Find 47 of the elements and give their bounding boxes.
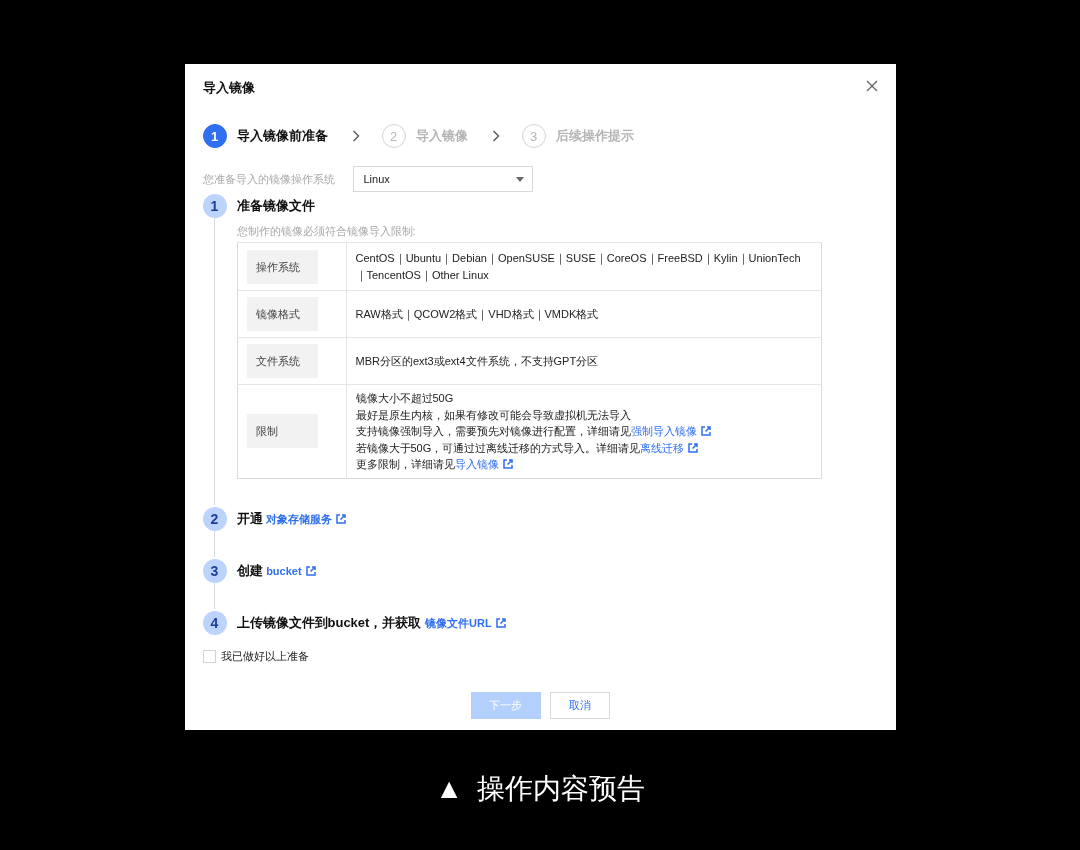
os-dropdown[interactable]: Linux bbox=[352, 166, 533, 192]
row-header: 限制 bbox=[246, 414, 318, 449]
external-link-icon bbox=[495, 617, 506, 628]
row-header: 文件系统 bbox=[246, 344, 318, 378]
triangle-mark: ▲ bbox=[435, 773, 463, 805]
table-cell-text: 最好是原生内核，如果有修改可能会导致虚拟机无法导入 bbox=[355, 407, 632, 423]
task-link[interactable]: bucket bbox=[266, 564, 316, 577]
doc-link[interactable]: 强制导入镜像 bbox=[630, 425, 711, 437]
external-link-icon bbox=[336, 513, 347, 524]
caret-down-icon bbox=[515, 176, 524, 182]
task-number: 4 bbox=[202, 610, 227, 635]
table-cell-text: 更多限制，详细请见导入镜像 bbox=[355, 456, 812, 473]
close-icon[interactable] bbox=[865, 80, 878, 92]
external-link-icon bbox=[502, 459, 513, 469]
table-cell-text: MBR分区的ext3或ext4文件系统，不支持GPT分区 bbox=[355, 353, 600, 369]
checkbox[interactable] bbox=[202, 649, 216, 663]
task-title: 创建 bucket bbox=[236, 558, 878, 583]
row-header: 操作系统 bbox=[246, 249, 318, 284]
dialog-title: 导入镜像 bbox=[202, 79, 255, 97]
step-label[interactable]: 导入镜像前准备 bbox=[236, 127, 328, 145]
task-link[interactable]: 镜像文件URL bbox=[425, 616, 506, 629]
task-title: 上传镜像文件到bucket，并获取 镜像文件URL bbox=[236, 610, 878, 635]
task-number: 2 bbox=[202, 506, 227, 531]
task-link[interactable]: 对象存储服务 bbox=[266, 512, 347, 525]
table-cell-text: 支持镜像强制导入，需要预先对镜像进行配置，详细请见强制导入镜像 bbox=[355, 423, 812, 440]
external-link-icon bbox=[688, 442, 699, 453]
task-number: 1 bbox=[202, 194, 227, 218]
field-label: 您准备导入的镜像操作系统 bbox=[202, 171, 335, 187]
external-link-icon bbox=[700, 426, 711, 436]
row-header: 镜像格式 bbox=[246, 297, 318, 331]
task-number: 3 bbox=[202, 558, 227, 583]
table-cell-text: 镜像大小不超过50G bbox=[355, 391, 455, 406]
doc-link[interactable]: 离线迁移 bbox=[640, 441, 699, 454]
table-note: 您制作的镜像必须符合镜像导入限制: bbox=[236, 224, 417, 239]
checkbox-label: 我已做好以上准备 bbox=[220, 648, 309, 664]
table-cell-text: CentOS｜Ubuntu｜Debian｜OpenSUSE｜SUSE｜CoreOS｜FreeBSD｜Kylin｜UnionTech｜TencentOS｜Other Linux bbox=[355, 251, 802, 283]
chevron-right-icon bbox=[491, 130, 500, 142]
step-number: 1 bbox=[202, 124, 227, 148]
cancel-button[interactable]: 取消 bbox=[549, 691, 610, 719]
table-cell-text: 若镜像大于50G，可通过过离线迁移的方式导入。详细请见离线迁移 bbox=[355, 439, 812, 456]
external-link-icon bbox=[305, 565, 316, 576]
table-cell-text: RAW格式｜QCOW2格式｜VHD格式｜VMDK格式 bbox=[355, 306, 600, 323]
caption-text: 操作内容预告 bbox=[476, 772, 645, 806]
chevron-right-icon bbox=[351, 130, 360, 142]
task-title: 开通 对象存储服务 bbox=[236, 506, 878, 531]
task-title: 准备镜像文件 bbox=[236, 197, 316, 215]
doc-link[interactable]: 导入镜像 bbox=[454, 458, 513, 470]
